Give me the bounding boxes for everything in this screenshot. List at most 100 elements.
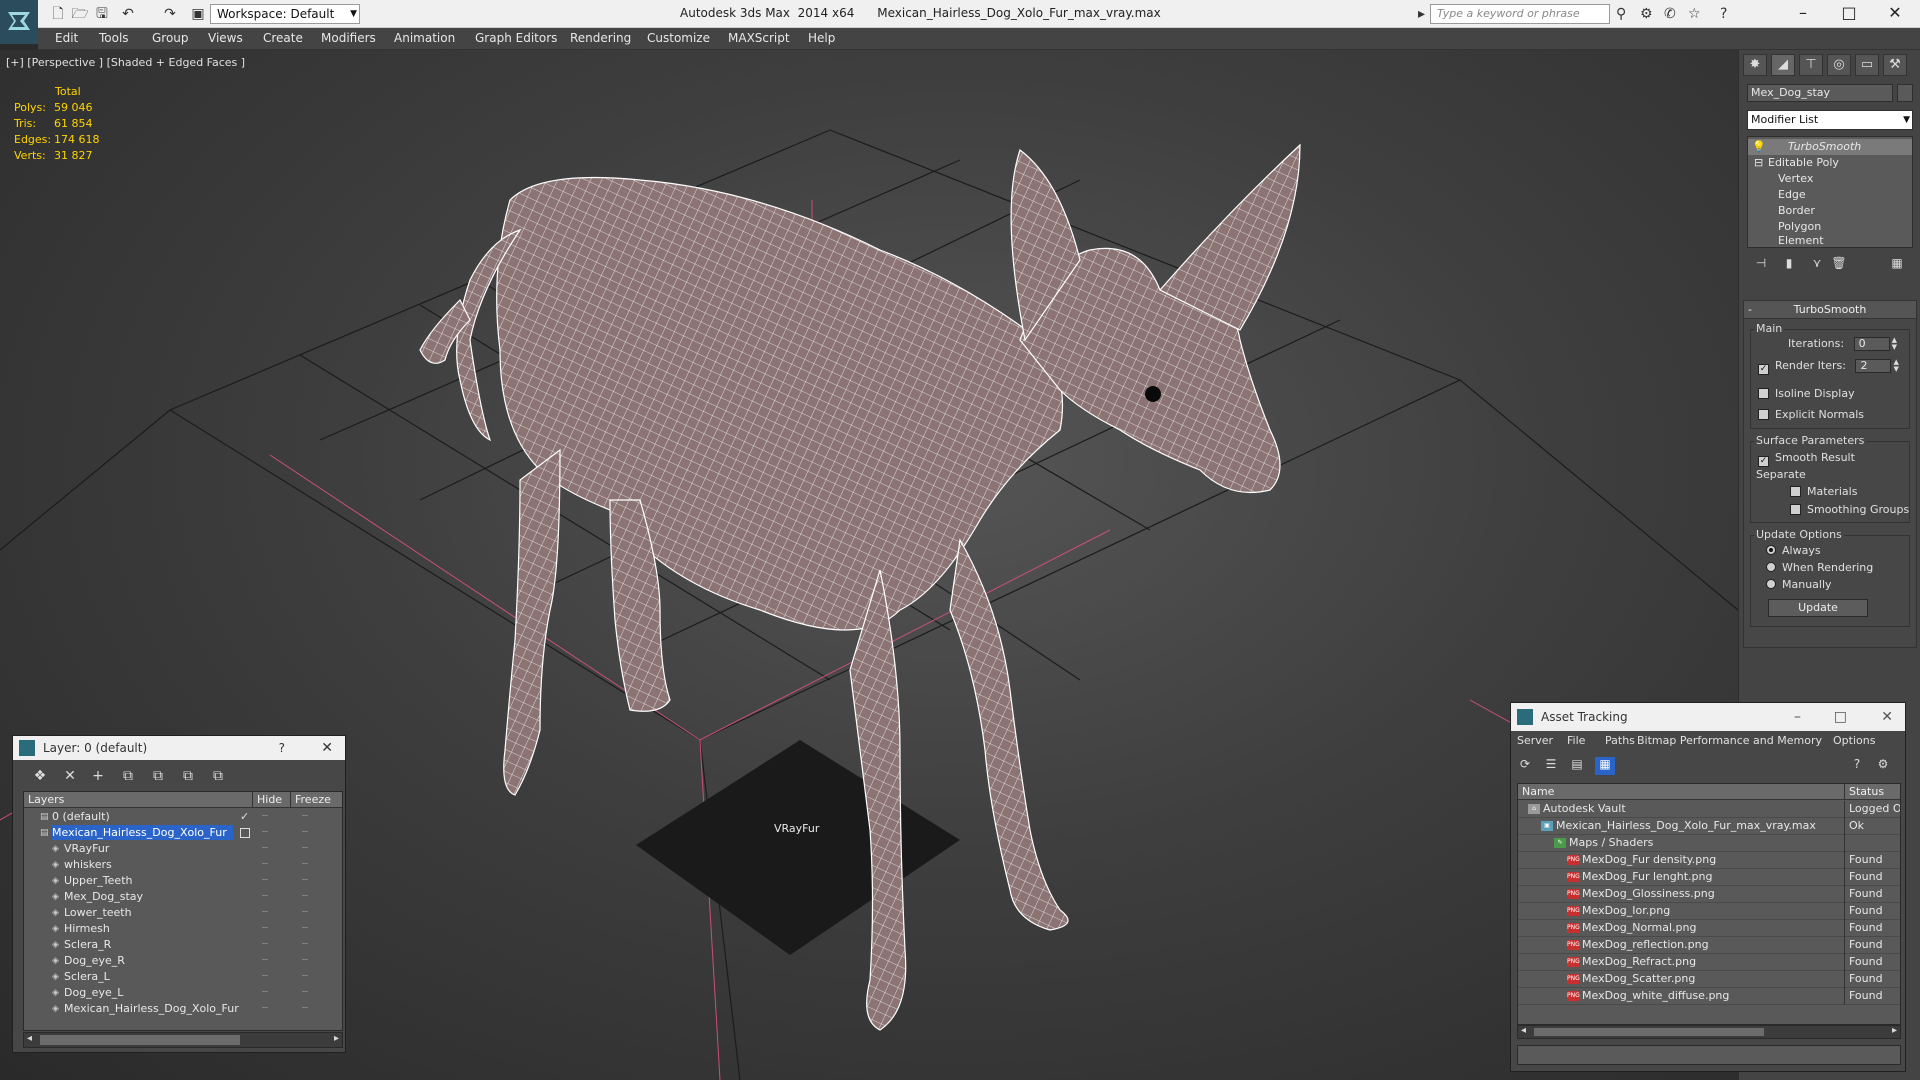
layer-row[interactable]: ▤ Mexican_Hairless_Dog_Xolo_Fur ┄ ┄ bbox=[24, 825, 342, 841]
configure-modifier-sets-icon[interactable]: ▦ bbox=[1887, 256, 1907, 274]
layer-row[interactable]: ◈ whiskers ┄ ┄ bbox=[24, 857, 342, 873]
freeze-unfreeze-all-icon[interactable]: ⧉ bbox=[207, 768, 229, 786]
freeze-toggle[interactable]: ┄ bbox=[302, 873, 308, 889]
freeze-toggle[interactable]: ┄ bbox=[302, 857, 308, 873]
layer-name[interactable]: Lower_teeth bbox=[64, 905, 138, 920]
stack-item-border[interactable]: Border bbox=[1748, 203, 1912, 219]
layer-name[interactable]: Mex_Dog_stay bbox=[64, 889, 149, 904]
remove-modifier-icon[interactable]: 🗑 bbox=[1829, 256, 1849, 274]
hide-toggle[interactable]: ┄ bbox=[262, 873, 268, 889]
asset-menu-server[interactable]: Server bbox=[1517, 734, 1553, 747]
delete-layer-icon[interactable]: ✕ bbox=[59, 768, 81, 786]
close-icon[interactable]: ✕ bbox=[1881, 703, 1893, 731]
column-header-status[interactable]: Status bbox=[1844, 784, 1884, 799]
layer-name[interactable]: whiskers bbox=[64, 857, 118, 872]
minimize-icon[interactable]: – bbox=[1780, 0, 1826, 28]
layer-row[interactable]: ◈ Upper_Teeth ┄ ┄ bbox=[24, 873, 342, 889]
layer-name[interactable]: Hirmesh bbox=[64, 921, 116, 936]
modifier-list-dropdown[interactable]: Modifier List ▼ bbox=[1747, 110, 1913, 130]
table-view-icon[interactable]: ▦ bbox=[1595, 757, 1615, 775]
menu-maxscript[interactable]: MAXScript bbox=[728, 31, 790, 45]
layer-name[interactable]: Dog_eye_R bbox=[64, 953, 131, 968]
open-file-icon[interactable]: 🗁 bbox=[70, 4, 90, 24]
menu-edit[interactable]: Edit bbox=[55, 31, 78, 45]
current-layer-check-icon[interactable]: ✓ bbox=[240, 809, 249, 825]
menu-group[interactable]: Group bbox=[152, 31, 189, 45]
column-header-freeze[interactable]: Freeze bbox=[290, 792, 331, 807]
materials-checkbox[interactable] bbox=[1790, 486, 1801, 497]
layer-row[interactable]: ◈ VRayFur ┄ ┄ bbox=[24, 841, 342, 857]
viewport-label[interactable]: [+] [Perspective ] [Shaded + Edged Faces… bbox=[6, 56, 245, 69]
thumbnail-view-icon[interactable]: ▤ bbox=[1567, 757, 1587, 775]
freeze-toggle[interactable]: ┄ bbox=[302, 809, 308, 825]
freeze-toggle[interactable]: ┄ bbox=[302, 937, 308, 953]
hide-toggle[interactable]: ┄ bbox=[262, 937, 268, 953]
asset-row[interactable]: PNG MexDog_white_diffuse.png Found bbox=[1518, 988, 1900, 1005]
set-current-layer-icon[interactable] bbox=[240, 828, 250, 838]
layer-row[interactable]: ◈ Sclera_R ┄ ┄ bbox=[24, 937, 342, 953]
help-icon[interactable]: ? bbox=[1720, 6, 1727, 22]
asset-row[interactable]: ⌂Autodesk Vault Logged Out bbox=[1518, 801, 1900, 818]
create-new-layer-icon[interactable]: ❖ bbox=[29, 768, 51, 786]
asset-row[interactable]: PNG MexDog_Normal.png Found bbox=[1518, 920, 1900, 937]
rollout-header[interactable]: - TurboSmooth bbox=[1744, 301, 1916, 319]
menu-customize[interactable]: Customize bbox=[647, 31, 710, 45]
smooth-result-checkbox[interactable]: ✓ bbox=[1758, 456, 1769, 467]
layer-name[interactable]: Sclera_R bbox=[64, 937, 117, 952]
layer-row[interactable]: ▤ 0 (default) ┄ ┄ ✓ bbox=[24, 809, 342, 825]
always-radio[interactable] bbox=[1766, 545, 1776, 555]
pin-stack-icon[interactable]: ⊣ bbox=[1751, 256, 1771, 274]
menu-graph-editors[interactable]: Graph Editors bbox=[475, 31, 557, 45]
spinner-arrows-icon[interactable]: ▲ ▼ bbox=[1893, 359, 1898, 373]
menu-help[interactable]: Help bbox=[808, 31, 835, 45]
render-iters-spinner[interactable]: 2 bbox=[1855, 359, 1892, 373]
asset-row[interactable]: PNG MexDog_Fur lenght.png Found bbox=[1518, 869, 1900, 886]
display-tab-icon[interactable]: ▭ bbox=[1855, 54, 1879, 76]
binoculars-icon[interactable]: ⚲ bbox=[1616, 6, 1626, 22]
scroll-right-icon[interactable]: ▸ bbox=[1892, 1025, 1897, 1036]
close-icon[interactable]: ✕ bbox=[1872, 0, 1918, 28]
freeze-toggle[interactable]: ┄ bbox=[302, 825, 308, 841]
options-icon[interactable]: ⚙ bbox=[1873, 757, 1893, 775]
object-name-field[interactable]: Mex_Dog_stay bbox=[1747, 84, 1893, 102]
communication-center-icon[interactable]: ✆ bbox=[1664, 6, 1676, 22]
explicit-normals-checkbox[interactable] bbox=[1758, 409, 1769, 420]
hide-toggle[interactable]: ┄ bbox=[262, 857, 268, 873]
utilities-tab-icon[interactable]: ⚒ bbox=[1883, 54, 1907, 76]
collapse-minus-icon[interactable]: ⊟ bbox=[1754, 155, 1763, 171]
menu-rendering[interactable]: Rendering bbox=[570, 31, 631, 45]
subscription-icon[interactable]: ⚙ bbox=[1640, 6, 1653, 22]
search-input[interactable]: Type a keyword or phrase bbox=[1430, 4, 1610, 24]
asset-row[interactable]: ✎ Maps / Shaders bbox=[1518, 835, 1900, 852]
asset-menu-paths[interactable]: Paths bbox=[1605, 734, 1635, 747]
hide-toggle[interactable]: ┄ bbox=[262, 985, 268, 1001]
app-menu-button[interactable] bbox=[0, 0, 38, 44]
layer-row[interactable]: ◈ Lower_teeth ┄ ┄ bbox=[24, 905, 342, 921]
freeze-toggle[interactable]: ┄ bbox=[302, 921, 308, 937]
asset-menu-bitmap-performance[interactable]: Bitmap Performance and Memory bbox=[1637, 734, 1822, 747]
hide-unhide-all-icon[interactable]: ⧉ bbox=[177, 768, 199, 786]
asset-tracking-titlebar[interactable]: Asset Tracking – □ ✕ bbox=[1511, 703, 1905, 731]
stack-item-edge[interactable]: Edge bbox=[1748, 187, 1912, 203]
layer-row[interactable]: ◈ Sclera_L ┄ ┄ bbox=[24, 969, 342, 985]
layer-name[interactable]: Sclera_L bbox=[64, 969, 116, 984]
undo-icon[interactable]: ↶ bbox=[118, 4, 138, 24]
hierarchy-tab-icon[interactable]: ⊤ bbox=[1799, 54, 1823, 76]
hide-toggle[interactable]: ┄ bbox=[262, 825, 268, 841]
workspace-dropdown[interactable]: Workspace: Default ▼ bbox=[210, 4, 360, 24]
freeze-toggle[interactable]: ┄ bbox=[302, 1001, 308, 1017]
stack-item-turbosmooth[interactable]: 💡 TurboSmooth bbox=[1748, 139, 1912, 155]
layer-name[interactable]: Upper_Teeth bbox=[64, 873, 138, 888]
manually-radio[interactable] bbox=[1766, 579, 1776, 589]
layer-row[interactable]: ◈ Mexican_Hairless_Dog_Xolo_Fur ┄ ┄ bbox=[24, 1001, 342, 1017]
expand-arrow-icon[interactable]: ▸ bbox=[1418, 6, 1425, 22]
spinner-arrows-icon[interactable]: ▲ ▼ bbox=[1892, 337, 1897, 351]
isoline-display-checkbox[interactable] bbox=[1758, 388, 1769, 399]
maximize-icon[interactable]: □ bbox=[1826, 0, 1872, 28]
scroll-left-icon[interactable]: ◂ bbox=[27, 1033, 32, 1044]
layer-name[interactable]: VRayFur bbox=[64, 841, 115, 856]
scrollbar-thumb[interactable] bbox=[40, 1035, 240, 1045]
menu-tools[interactable]: Tools bbox=[99, 31, 129, 45]
column-header-layers[interactable]: Layers bbox=[28, 792, 64, 807]
vrayfur-plane[interactable] bbox=[636, 740, 960, 955]
